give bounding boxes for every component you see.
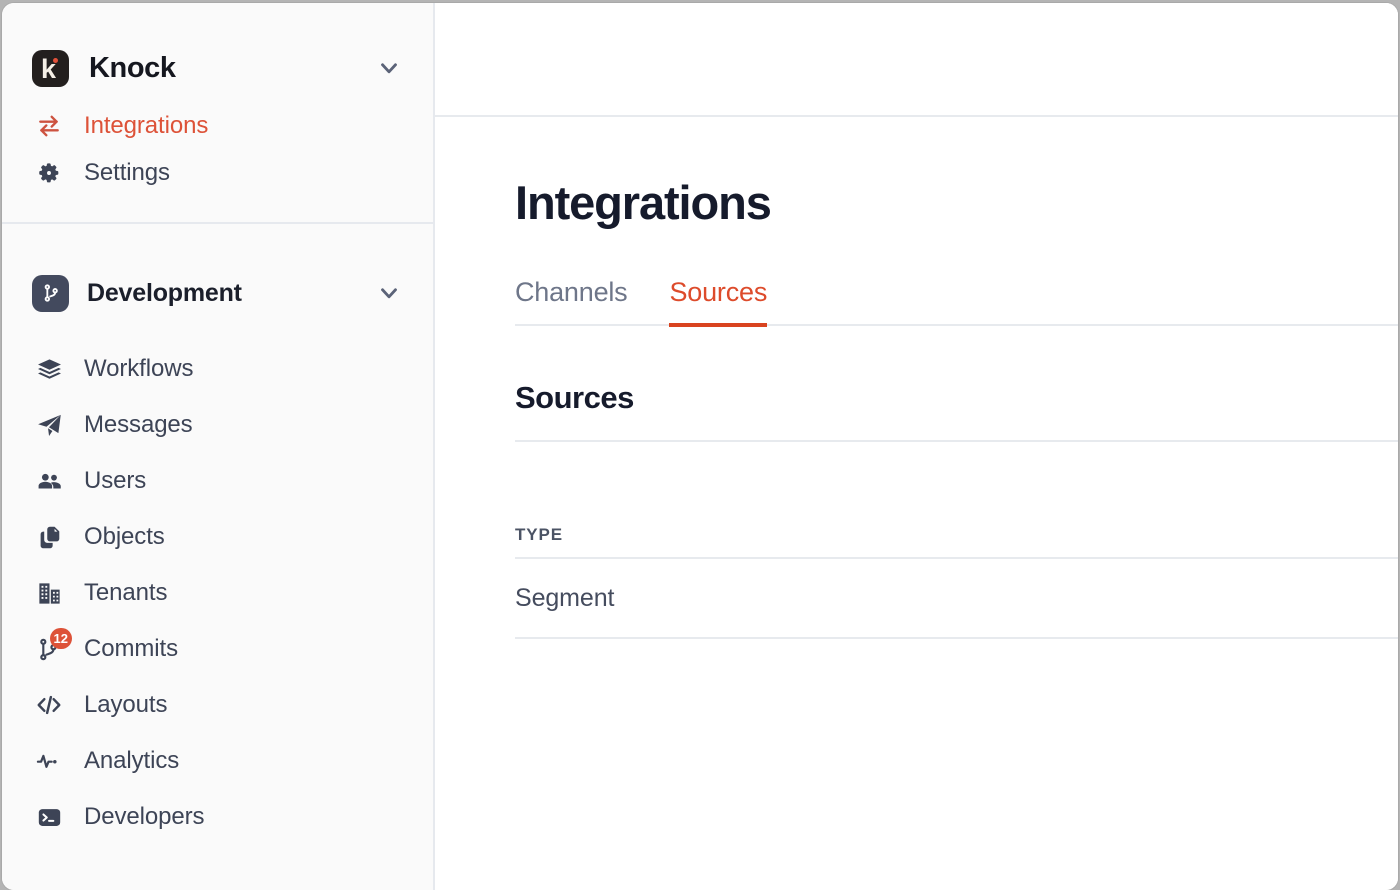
page-title: Integrations (515, 176, 772, 229)
top-bar (435, 3, 1398, 117)
sidebar-item-settings[interactable]: Settings (2, 149, 433, 196)
sidebar-item-objects[interactable]: Objects (2, 509, 433, 565)
knock-logo-icon: k (32, 49, 69, 87)
table-row[interactable]: Segment (515, 559, 1398, 637)
sidebar: k Knock Integrations Settings Developmen… (2, 3, 435, 890)
sidebar-item-tenants[interactable]: Tenants (2, 565, 433, 621)
cell-type: Segment (515, 583, 615, 612)
sidebar-item-analytics[interactable]: Analytics (2, 733, 433, 789)
pulse-line-icon (35, 747, 63, 775)
paper-plane-icon (35, 411, 63, 439)
terminal-icon (35, 803, 63, 831)
sidebar-item-label: Users (84, 467, 147, 494)
commits-badge: 12 (49, 628, 72, 649)
sidebar-environment-section: Development Workflows Messages Users Obj… (2, 224, 433, 865)
app-window: k Knock Integrations Settings Developmen… (2, 3, 1398, 890)
page-content: Integrations Channels Sources Sources TY… (435, 117, 1398, 890)
sidebar-item-developers[interactable]: Developers (2, 789, 433, 845)
column-header-type: TYPE (515, 525, 564, 545)
knock-logo-dot (53, 57, 58, 63)
org-name: Knock (89, 51, 176, 84)
tab-channels[interactable]: Channels (515, 277, 628, 327)
section-title: Sources (515, 380, 634, 416)
sidebar-item-label: Analytics (84, 747, 180, 774)
sidebar-item-integrations[interactable]: Integrations (2, 102, 433, 149)
tab-sources[interactable]: Sources (669, 277, 767, 328)
sidebar-org-section: k Knock Integrations Settings (2, 3, 433, 222)
sidebar-item-label: Settings (84, 158, 170, 186)
code-brackets-icon (35, 691, 63, 719)
sidebar-item-label: Developers (84, 803, 205, 830)
gear-icon (35, 159, 63, 187)
table-header-row: TYPE (515, 525, 1398, 557)
sidebar-item-label: Objects (84, 523, 165, 550)
documents-icon (35, 523, 63, 551)
sidebar-item-label: Layouts (84, 691, 168, 718)
git-branch-icon (32, 274, 69, 312)
buildings-icon (35, 579, 63, 607)
sidebar-top-nav: Integrations Settings (2, 100, 433, 222)
git-commit-branch-icon: 12 (35, 628, 72, 663)
sidebar-item-workflows[interactable]: Workflows (2, 341, 433, 397)
sidebar-item-layouts[interactable]: Layouts (2, 677, 433, 733)
tab-bar: Channels Sources (515, 277, 1398, 328)
sidebar-item-messages[interactable]: Messages (2, 397, 433, 453)
chevron-down-icon[interactable] (375, 54, 403, 82)
sidebar-item-label: Integrations (84, 111, 209, 139)
org-switcher[interactable]: k Knock (2, 36, 433, 100)
layers-icon (35, 355, 63, 383)
section-divider (515, 440, 1398, 443)
environment-switcher[interactable]: Development (2, 266, 433, 320)
main-content-area: Integrations Channels Sources Sources TY… (435, 3, 1398, 890)
sidebar-item-commits[interactable]: 12 Commits (2, 621, 433, 677)
sidebar-item-label: Tenants (84, 579, 168, 606)
users-icon (35, 467, 63, 495)
chevron-down-icon[interactable] (375, 279, 403, 307)
sidebar-item-users[interactable]: Users (2, 453, 433, 509)
sources-table: TYPE Segment (515, 525, 1398, 640)
sidebar-item-label: Workflows (84, 355, 194, 382)
sidebar-main-nav: Workflows Messages Users Objects Tenants… (2, 320, 433, 865)
sidebar-item-label: Messages (84, 411, 193, 438)
sidebar-item-label: Commits (84, 635, 178, 662)
table-row-divider (515, 637, 1398, 640)
exchange-arrows-icon (35, 112, 63, 140)
environment-name: Development (87, 278, 242, 307)
